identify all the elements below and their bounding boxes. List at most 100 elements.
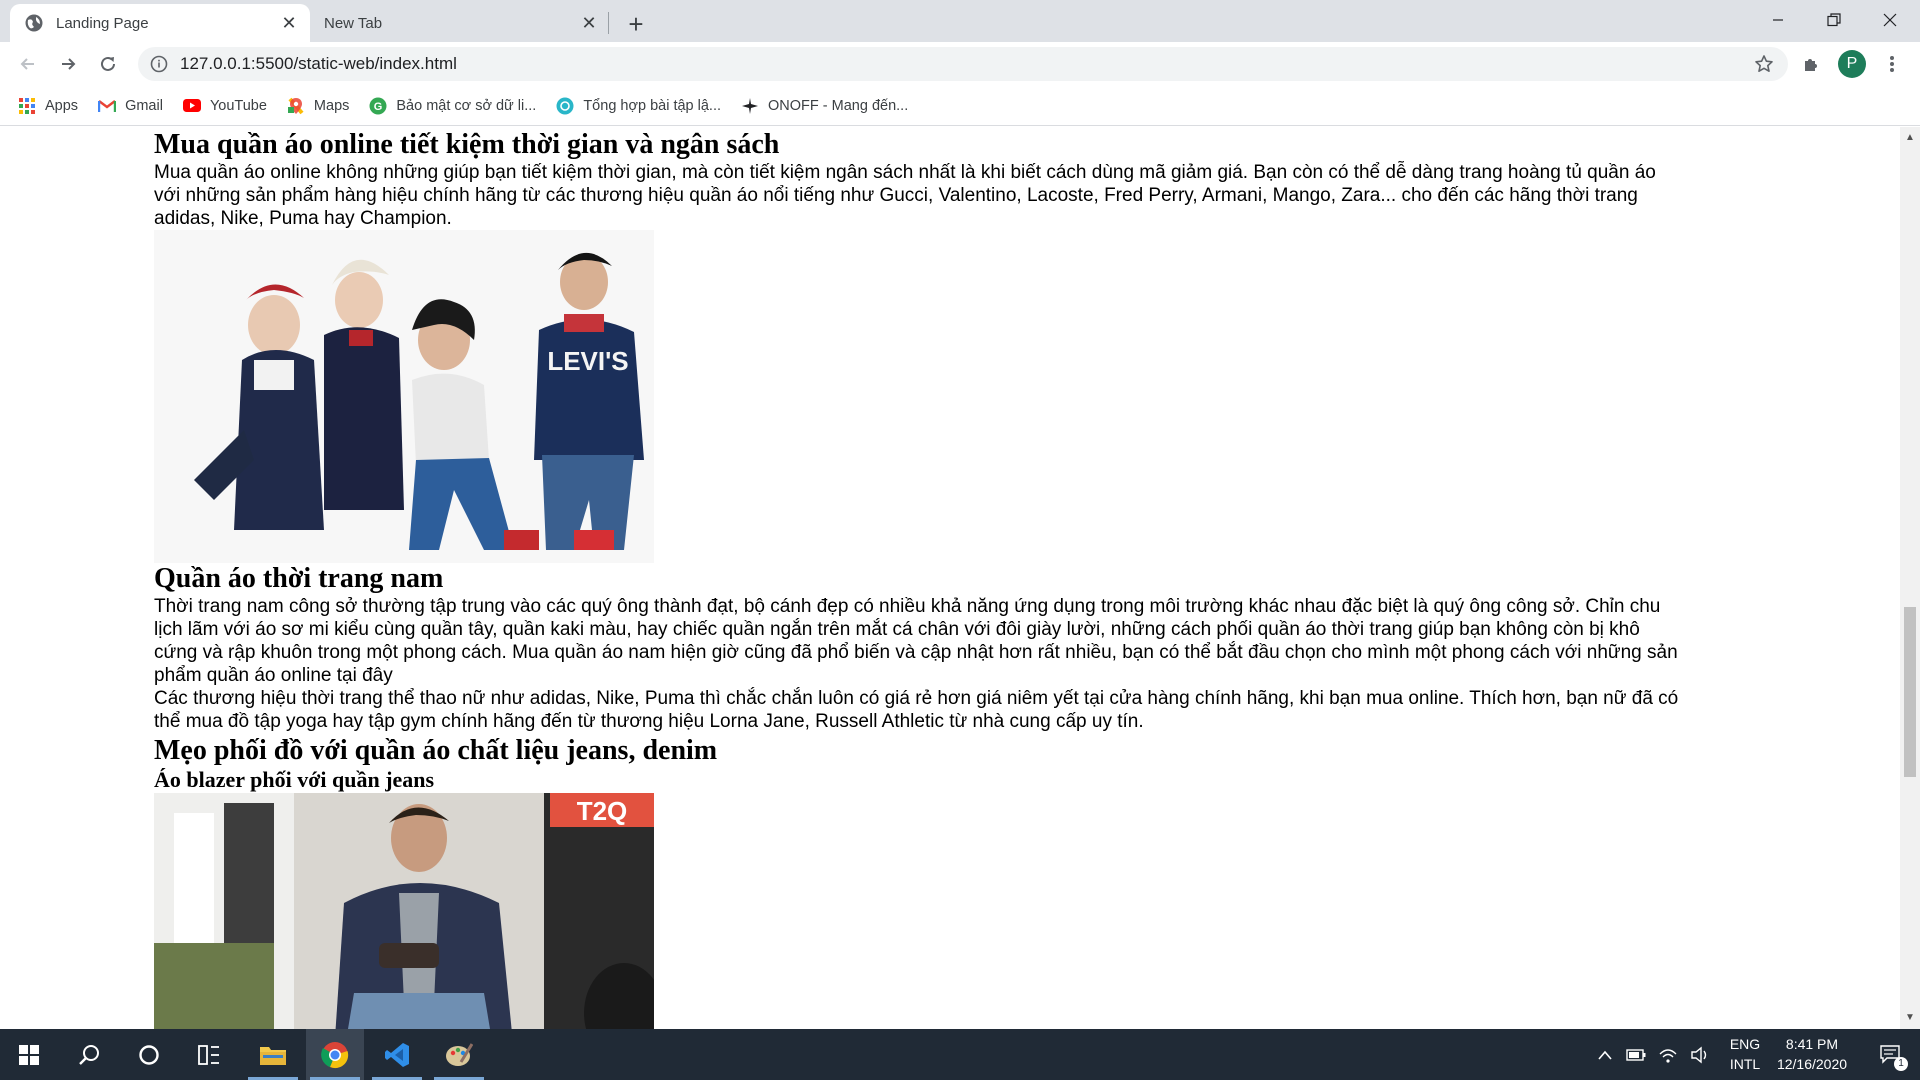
cortana-circle-icon (139, 1044, 159, 1065)
page-content: Mua quần áo online tiết kiệm thời gian v… (154, 127, 1684, 1029)
fashion-group-photo: LEVI'S (154, 230, 654, 563)
paragraph-buy-online: Mua quần áo online không những giúp bạn … (154, 162, 1656, 229)
scroll-up-icon[interactable]: ▲ (1905, 133, 1915, 143)
maps-icon (287, 97, 305, 115)
reload-button[interactable] (92, 48, 124, 80)
tab-title: Landing Page (56, 14, 149, 32)
heading-buy-online: Mua quần áo online tiết kiệm thời gian v… (154, 129, 780, 160)
bookmark-label: ONOFF - Mang đến... (768, 97, 909, 114)
clock-time: 8:41 PM (1785, 1036, 1839, 1052)
chrome-icon (321, 1041, 349, 1068)
scroll-down-icon[interactable]: ▼ (1905, 1013, 1915, 1023)
windows-taskbar: ENG INTL 8:41 PM 12/16/2020 1 (0, 1029, 1920, 1080)
bookmark-tong-hop[interactable]: Tổng hợp bài tập lậ... (556, 97, 721, 115)
restore-button[interactable] (1806, 0, 1862, 40)
close-tab-icon[interactable]: ✕ (576, 10, 602, 36)
arrow-right-icon (62, 58, 76, 70)
battery-icon (1626, 1048, 1646, 1061)
bookmark-youtube[interactable]: YouTube (182, 97, 267, 115)
new-tab-button[interactable]: + (620, 8, 652, 40)
network-button[interactable] (1652, 1029, 1684, 1080)
windows-logo-icon (19, 1044, 39, 1065)
action-center-button[interactable]: 1 (1862, 1029, 1920, 1080)
wifi-icon (1659, 1048, 1677, 1063)
forward-button[interactable] (52, 48, 84, 80)
close-tab-icon[interactable]: ✕ (276, 10, 302, 36)
green-g-icon: G (369, 97, 387, 115)
search-icon (79, 1044, 99, 1065)
paragraph-sport-brands: Các thương hiệu thời trang thể thao nữ n… (154, 688, 1679, 732)
chevron-up-icon (1598, 1050, 1612, 1060)
back-button[interactable] (12, 48, 44, 80)
language-indicator[interactable]: ENG INTL (1722, 1034, 1768, 1074)
folder-icon (260, 1046, 286, 1065)
paragraph-men-fashion: Thời trang nam công sở thường tập trung … (154, 596, 1678, 686)
bookmark-bao-mat[interactable]: G Bảo mật cơ sở dữ li... (369, 97, 536, 115)
notification-count-badge: 1 (1894, 1057, 1908, 1071)
svg-text:G: G (374, 101, 383, 113)
show-hidden-icons-button[interactable] (1590, 1029, 1620, 1080)
bookmark-label: YouTube (209, 97, 267, 114)
heading-men-fashion: Quần áo thời trang nam (154, 563, 444, 594)
battery-button[interactable] (1620, 1029, 1652, 1080)
bookmark-label: Gmail (125, 97, 163, 114)
scrollbar-thumb[interactable] (1904, 607, 1916, 777)
cortana-button[interactable] (120, 1029, 178, 1080)
bookmark-label: Maps (313, 97, 350, 114)
heading-jeans-tips: Mẹo phối đồ với quần áo chất liệu jeans,… (154, 735, 718, 766)
reload-icon (101, 56, 115, 71)
gmail-icon (98, 97, 117, 115)
avatar: P (1838, 50, 1866, 78)
bookmark-onoff[interactable]: ONOFF - Mang đến... (741, 97, 908, 115)
menu-button[interactable] (1876, 48, 1908, 80)
bookmark-apps[interactable]: Apps (18, 97, 78, 115)
vscode-button[interactable] (368, 1029, 426, 1080)
apps-grid-icon (18, 97, 36, 115)
bookmark-label: Bảo mật cơ sở dữ li... (396, 97, 537, 114)
speaker-icon (1691, 1046, 1707, 1063)
puzzle-icon (1805, 59, 1817, 71)
search-button[interactable] (60, 1029, 118, 1080)
bookmarks-bar: Apps Gmail YouTube Maps G Bảo mật cơ sở … (0, 86, 1920, 126)
file-explorer-button[interactable] (244, 1029, 302, 1080)
tab-separator (608, 12, 609, 34)
page-viewport: Mua quần áo online tiết kiệm thời gian v… (0, 127, 1900, 1029)
teal-circle-icon (556, 97, 574, 115)
tab-landing-page[interactable]: Landing Page ✕ (10, 4, 310, 42)
extensions-button[interactable] (1796, 48, 1828, 80)
blazer-jeans-photo: T2Q (154, 793, 654, 1029)
bookmark-label: Apps (45, 97, 79, 114)
paint-palette-icon (446, 1042, 473, 1066)
clock-date: 12/16/2020 (1776, 1056, 1848, 1072)
start-button[interactable] (0, 1029, 58, 1080)
chrome-button[interactable] (306, 1029, 364, 1080)
bookmark-gmail[interactable]: Gmail (98, 97, 163, 115)
tab-title: New Tab (324, 14, 383, 32)
bookmark-maps[interactable]: Maps (287, 97, 349, 115)
language-code: ENG (1729, 1036, 1761, 1052)
plane-icon (741, 97, 759, 115)
vscode-icon (385, 1042, 409, 1067)
url-text: 127.0.0.1:5500/static-web/index.html (180, 54, 457, 73)
arrow-left-icon (20, 58, 34, 70)
paint-button[interactable] (430, 1029, 488, 1080)
youtube-icon (182, 97, 201, 115)
task-view-icon (198, 1044, 219, 1065)
subheading-blazer-jeans: Áo blazer phối với quần jeans (154, 767, 435, 792)
page-scrollbar[interactable]: ▲ ▼ (1900, 127, 1920, 1029)
bookmark-star-icon[interactable] (1754, 54, 1774, 74)
bookmark-label: Tổng hợp bài tập lậ... (583, 97, 722, 114)
profile-button[interactable]: P (1836, 48, 1868, 80)
address-bar[interactable]: 127.0.0.1:5500/static-web/index.html (138, 47, 1788, 81)
browser-toolbar: 127.0.0.1:5500/static-web/index.html P (0, 42, 1920, 86)
browser-titlebar: Landing Page ✕ New Tab ✕ + (0, 0, 1920, 42)
keyboard-layout: INTL (1729, 1056, 1761, 1072)
globe-icon (25, 14, 43, 32)
clock[interactable]: 8:41 PM 12/16/2020 (1772, 1034, 1852, 1074)
tab-new-tab[interactable]: New Tab ✕ (310, 4, 610, 42)
close-window-button[interactable] (1862, 0, 1918, 40)
info-icon[interactable] (150, 55, 168, 73)
minimize-button[interactable] (1750, 0, 1806, 40)
volume-button[interactable] (1684, 1029, 1716, 1080)
task-view-button[interactable] (180, 1029, 238, 1080)
